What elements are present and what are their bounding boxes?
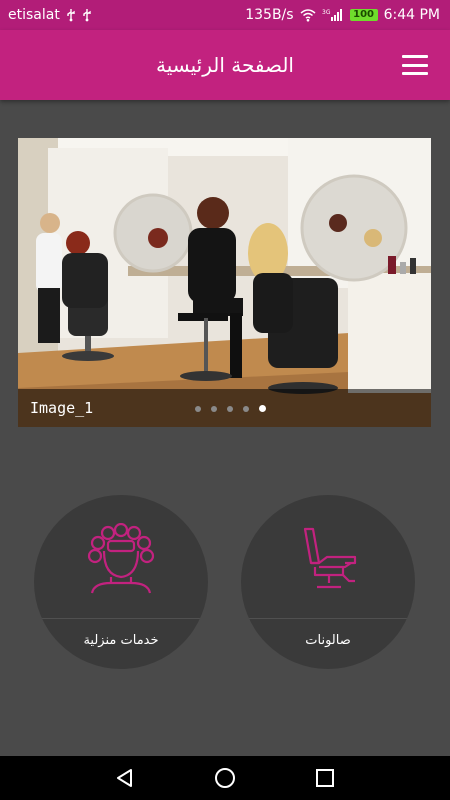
home-services-label: خدمات منزلية: [83, 633, 159, 648]
category-divider: [34, 618, 208, 619]
slider-caption: Image_1: [30, 399, 94, 417]
signal-icon: 3G: [322, 8, 344, 22]
network-speed: 135B/s: [245, 7, 294, 23]
salons-label: صالونات: [305, 633, 351, 648]
recent-apps-icon[interactable]: [313, 766, 337, 790]
slider-pagination: [195, 405, 266, 412]
carrier-label: etisalat: [8, 7, 60, 23]
salon-photo: [18, 138, 431, 427]
pagination-dot-active[interactable]: [259, 405, 266, 412]
back-icon[interactable]: [113, 766, 137, 790]
pagination-dot[interactable]: [211, 405, 217, 412]
salons-button[interactable]: صالونات: [241, 495, 415, 669]
usb-icon: [82, 8, 92, 22]
status-bar: etisalat 135B/s 3G 100 6:44 PM: [0, 0, 450, 30]
battery-icon: 100: [349, 9, 378, 21]
status-left: etisalat: [8, 7, 92, 23]
home-icon[interactable]: [213, 766, 237, 790]
pagination-dot[interactable]: [243, 405, 249, 412]
category-divider: [241, 618, 415, 619]
status-right: 135B/s 3G 100 6:44 PM: [245, 7, 440, 23]
app-bar: الصفحة الرئيسية: [0, 30, 450, 100]
slider-caption-bar: Image_1: [18, 389, 431, 427]
pagination-dot[interactable]: [227, 405, 233, 412]
pagination-dot[interactable]: [195, 405, 201, 412]
image-slider[interactable]: Image_1: [18, 138, 431, 427]
home-services-button[interactable]: خدمات منزلية: [34, 495, 208, 669]
wifi-icon: [300, 8, 316, 22]
hamburger-menu-icon[interactable]: [400, 52, 430, 78]
network-type-label: 3G: [322, 9, 331, 16]
salon-chair-icon: [303, 527, 357, 589]
usb-icon: [66, 8, 76, 22]
system-nav-bar: [0, 756, 450, 800]
curlers-head-icon: [87, 523, 155, 594]
clock: 6:44 PM: [383, 7, 440, 23]
page-title: الصفحة الرئيسية: [156, 53, 294, 77]
